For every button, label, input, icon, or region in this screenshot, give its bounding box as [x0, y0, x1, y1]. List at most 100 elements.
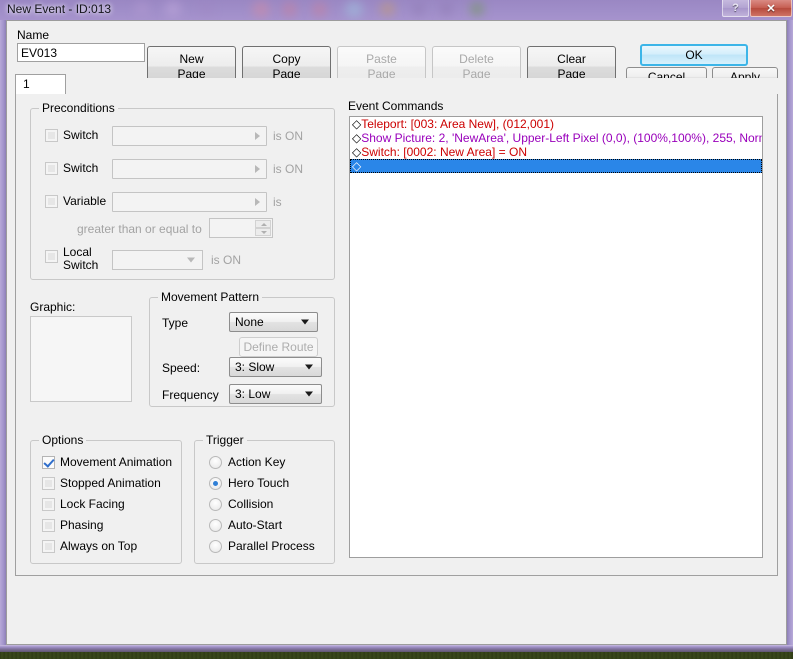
chevron-down-icon — [187, 257, 195, 263]
copy-page-button-line1: Copy — [272, 51, 301, 66]
precondition-switch-2-row[interactable]: Switch — [45, 161, 98, 175]
tab-page-content: Preconditions Switch is ON Switch is ON … — [15, 94, 778, 576]
precondition-switch-1-row[interactable]: Switch — [45, 128, 98, 142]
precondition-switch-2-select[interactable] — [112, 159, 267, 179]
clear-page-button-line1: Clear — [557, 51, 586, 66]
precondition-switch-2-checkbox[interactable] — [45, 161, 58, 175]
options-group: Options Movement Animation Stopped Anima… — [30, 433, 182, 564]
event-name-input[interactable] — [17, 43, 145, 62]
precondition-local-switch-row[interactable]: Local Switch — [45, 246, 98, 272]
tab-page-1[interactable]: 1 — [15, 74, 66, 95]
trigger-parallel-process-label: Parallel Process — [228, 539, 315, 553]
option-always-on-top-row[interactable]: Always on Top — [42, 539, 137, 553]
trigger-hero-touch-radio[interactable] — [209, 476, 222, 490]
option-movement-animation-checkbox[interactable] — [42, 455, 55, 469]
window-title: New Event - ID:013 — [7, 2, 112, 16]
event-commands-label: Event Commands — [348, 99, 444, 113]
movement-type-select[interactable]: None — [229, 312, 318, 332]
chevron-right-icon — [255, 132, 260, 140]
close-icon[interactable]: ✕ — [750, 0, 792, 17]
chevron-down-icon — [305, 391, 313, 397]
event-command-row[interactable]: ◇Teleport: [003: Area New], (012,001) — [350, 117, 762, 131]
preconditions-group: Preconditions Switch is ON Switch is ON … — [30, 101, 335, 280]
command-marker-icon: ◇ — [352, 117, 362, 131]
option-phasing-row[interactable]: Phasing — [42, 518, 103, 532]
help-icon[interactable]: ? — [722, 0, 749, 17]
screen: New Event - ID:013 ? ✕ Name New Page Cop… — [0, 0, 793, 659]
preconditions-title: Preconditions — [39, 101, 118, 115]
trigger-hero-touch-row[interactable]: Hero Touch — [209, 476, 289, 490]
option-phasing-checkbox[interactable] — [42, 518, 55, 532]
trigger-action-key-radio[interactable] — [209, 455, 222, 469]
event-command-text: Switch: [0002: New Area] = ON — [361, 145, 527, 159]
new-page-button-line1: New — [179, 51, 204, 66]
name-label: Name — [17, 28, 50, 42]
precondition-switch-1-checkbox[interactable] — [45, 128, 58, 142]
graphic-label: Graphic: — [30, 300, 76, 314]
precondition-comparison-stepper[interactable] — [209, 218, 273, 238]
event-command-row-selected[interactable]: ◇ — [350, 159, 762, 173]
options-title: Options — [39, 433, 87, 447]
precondition-variable-suffix: is — [273, 195, 282, 209]
trigger-title: Trigger — [203, 433, 247, 447]
trigger-action-key-label: Action Key — [228, 455, 286, 469]
trigger-auto-start-radio[interactable] — [209, 518, 222, 532]
precondition-variable-checkbox[interactable] — [45, 194, 58, 208]
event-command-text: Show Picture: 2, 'NewArea', Upper-Left P… — [361, 131, 763, 145]
event-command-row[interactable]: ◇Show Picture: 2, 'NewArea', Upper-Left … — [350, 131, 762, 145]
movement-pattern-title: Movement Pattern — [158, 290, 263, 304]
option-movement-animation-row[interactable]: Movement Animation — [42, 455, 172, 469]
graphic-preview[interactable] — [30, 316, 132, 402]
event-commands-list[interactable]: ◇Teleport: [003: Area New], (012,001) ◇S… — [349, 116, 763, 558]
trigger-parallel-process-row[interactable]: Parallel Process — [209, 539, 315, 553]
command-marker-icon: ◇ — [352, 131, 362, 145]
precondition-local-switch-label-line2: Switch — [63, 258, 99, 272]
movement-frequency-label: Frequency — [162, 388, 219, 402]
precondition-switch-1-select[interactable] — [112, 126, 267, 146]
stepper-up-icon[interactable] — [255, 220, 271, 228]
option-always-on-top-checkbox[interactable] — [42, 539, 55, 553]
precondition-variable-row[interactable]: Variable — [45, 194, 106, 208]
movement-frequency-select[interactable]: 3: Low — [229, 384, 322, 404]
option-phasing-label: Phasing — [60, 518, 104, 532]
window-frame-right — [787, 20, 793, 652]
trigger-parallel-process-radio[interactable] — [209, 539, 222, 553]
precondition-local-switch-suffix: is ON — [211, 253, 241, 267]
option-lock-facing-checkbox[interactable] — [42, 497, 55, 511]
page-tabstrip: 1 — [15, 74, 778, 96]
option-lock-facing-label: Lock Facing — [60, 497, 125, 511]
trigger-action-key-row[interactable]: Action Key — [209, 455, 285, 469]
window-frame-bottom — [0, 645, 793, 652]
movement-frequency-value: 3: Low — [235, 387, 271, 401]
option-always-on-top-label: Always on Top — [60, 539, 138, 553]
event-command-text: Teleport: [003: Area New], (012,001) — [361, 117, 555, 131]
ok-button[interactable]: OK — [640, 44, 748, 66]
chevron-right-icon — [255, 198, 260, 206]
precondition-switch-2-label: Switch — [63, 161, 99, 175]
titlebar[interactable]: New Event - ID:013 ? ✕ — [0, 0, 793, 20]
event-command-row[interactable]: ◇Switch: [0002: New Area] = ON — [350, 145, 762, 159]
precondition-local-switch-select[interactable] — [112, 250, 203, 270]
window-controls: ? ✕ — [721, 0, 792, 17]
trigger-collision-radio[interactable] — [209, 497, 222, 511]
precondition-comparison-label: greater than or equal to — [77, 222, 202, 236]
option-stopped-animation-row[interactable]: Stopped Animation — [42, 476, 161, 490]
trigger-auto-start-label: Auto-Start — [228, 518, 283, 532]
option-stopped-animation-checkbox[interactable] — [42, 476, 55, 490]
dialog-client-area: Name New Page Copy Page Paste Page Delet… — [6, 20, 787, 645]
precondition-variable-select[interactable] — [112, 192, 267, 212]
stepper-down-icon[interactable] — [255, 228, 271, 236]
trigger-collision-row[interactable]: Collision — [209, 497, 273, 511]
delete-page-button-line1: Delete — [459, 51, 494, 66]
command-marker-icon: ◇ — [352, 145, 362, 159]
paste-page-button-line1: Paste — [366, 51, 397, 66]
option-lock-facing-row[interactable]: Lock Facing — [42, 497, 125, 511]
movement-speed-value: 3: Slow — [235, 360, 275, 374]
movement-speed-select[interactable]: 3: Slow — [229, 357, 322, 377]
precondition-local-switch-checkbox[interactable] — [45, 250, 58, 263]
movement-type-label: Type — [162, 316, 189, 330]
option-movement-animation-label: Movement Animation — [60, 455, 173, 469]
trigger-auto-start-row[interactable]: Auto-Start — [209, 518, 282, 532]
trigger-group: Trigger Action Key Hero Touch Collision — [194, 433, 335, 564]
trigger-collision-label: Collision — [228, 497, 274, 511]
